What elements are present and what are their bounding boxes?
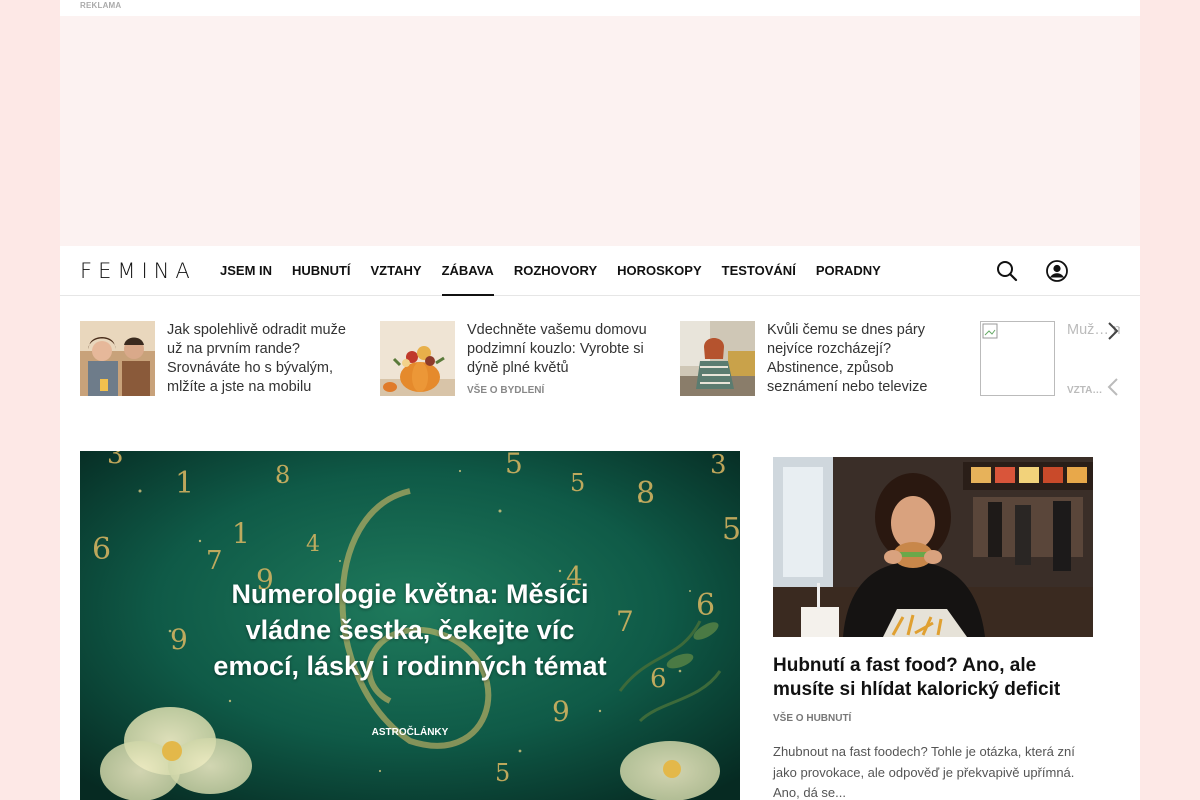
- hero-number: 6: [650, 664, 667, 694]
- article-thumbnail[interactable]: [80, 321, 155, 396]
- hero-number: 8: [275, 461, 290, 489]
- hero-number: 6: [92, 532, 111, 567]
- side-article-title[interactable]: Hubnutí a fast food? Ano, ale musíte si …: [773, 654, 1093, 702]
- side-article-image[interactable]: [773, 457, 1093, 637]
- featured-article-category[interactable]: ASTROČLÁNKY: [80, 727, 740, 738]
- page: REKLAMA FEMINA JSEM IN HUBNUTÍ VZTAHY ZÁ…: [60, 0, 1140, 800]
- hero-number: 5: [722, 512, 740, 547]
- main-menu: JSEM IN HUBNUTÍ VZTAHY ZÁBAVA ROZHOVORY …: [220, 246, 901, 296]
- menu-item-hubnuti[interactable]: HUBNUTÍ: [292, 246, 351, 296]
- hero-number: 9: [170, 623, 188, 656]
- ad-label: REKLAMA: [80, 1, 122, 10]
- hero-number: 5: [495, 759, 510, 787]
- hero-number: 9: [552, 695, 570, 728]
- featured-article[interactable]: 1 8 3 5 3 8 5 6 7 1 4 4 9 5 7 6 9 9 6 5: [80, 451, 740, 800]
- side-article-excerpt: Zhubnout na fast foodech? Tohle je otázk…: [773, 744, 1075, 800]
- femina-logo[interactable]: FEMINA: [80, 259, 196, 283]
- hero-number: 3: [710, 451, 727, 480]
- hero-number: 1: [232, 517, 250, 550]
- featured-article-title[interactable]: Numerologie května: Měsíci vládne šestka…: [200, 576, 620, 684]
- menu-item-testovani[interactable]: TESTOVÁNÍ: [722, 246, 796, 296]
- carousel-article-title[interactable]: Jak spolehlivě odradit muže už na prvním…: [167, 321, 362, 397]
- menu-item-poradny[interactable]: PORADNY: [816, 246, 881, 296]
- carousel-article[interactable]: Muž… min… ple… VZTA…: [980, 321, 1120, 401]
- menu-item-zabava[interactable]: ZÁBAVA: [441, 246, 495, 296]
- carousel-article[interactable]: Kvůli čemu se dnes páry nejvíce rozcháze…: [680, 321, 970, 401]
- hero-number: 8: [636, 476, 655, 511]
- article-thumbnail[interactable]: [680, 321, 755, 396]
- hero-number: 7: [206, 546, 223, 576]
- menu-item-vztahy[interactable]: VZTAHY: [371, 246, 422, 296]
- ad-banner[interactable]: [60, 16, 1140, 246]
- carousel-article-category[interactable]: VZTA…: [1067, 385, 1102, 396]
- side-article-category[interactable]: VŠE O HUBNUTÍ: [773, 713, 1093, 724]
- carousel-article-title[interactable]: Vdechněte vašemu domovu podzimní kouzlo:…: [467, 321, 662, 378]
- carousel-article[interactable]: Jak spolehlivě odradit muže už na prvním…: [80, 321, 370, 401]
- hero-number: 5: [505, 451, 523, 480]
- article-carousel: Jak spolehlivě odradit muže už na prvním…: [80, 321, 1120, 401]
- hero-number: 4: [306, 532, 320, 557]
- menu-item-rozhovory[interactable]: ROZHOVORY: [514, 246, 597, 296]
- hero-number: 3: [107, 451, 124, 470]
- chevron-left-icon[interactable]: [1102, 376, 1124, 398]
- hero-number: 5: [570, 469, 585, 497]
- carousel-article-category[interactable]: VŠE O BYDLENÍ: [467, 385, 544, 396]
- chevron-right-icon[interactable]: [1102, 320, 1124, 342]
- article-thumbnail[interactable]: [380, 321, 455, 396]
- hero-number: 6: [696, 588, 715, 623]
- search-icon[interactable]: [995, 259, 1019, 283]
- carousel-article-title[interactable]: Kvůli čemu se dnes páry nejvíce rozcháze…: [767, 321, 962, 397]
- side-article[interactable]: Hubnutí a fast food? Ano, ale musíte si …: [773, 457, 1093, 800]
- menu-item-horoskopy[interactable]: HOROSKOPY: [617, 246, 702, 296]
- user-icon[interactable]: [1045, 259, 1069, 283]
- menu-item-jsem-in[interactable]: JSEM IN: [220, 246, 272, 296]
- hero-number: 1: [175, 466, 194, 501]
- main-navigation: FEMINA JSEM IN HUBNUTÍ VZTAHY ZÁBAVA ROZ…: [60, 246, 1140, 296]
- broken-image-thumbnail[interactable]: [980, 321, 1055, 396]
- carousel-article[interactable]: Vdechněte vašemu domovu podzimní kouzlo:…: [380, 321, 670, 401]
